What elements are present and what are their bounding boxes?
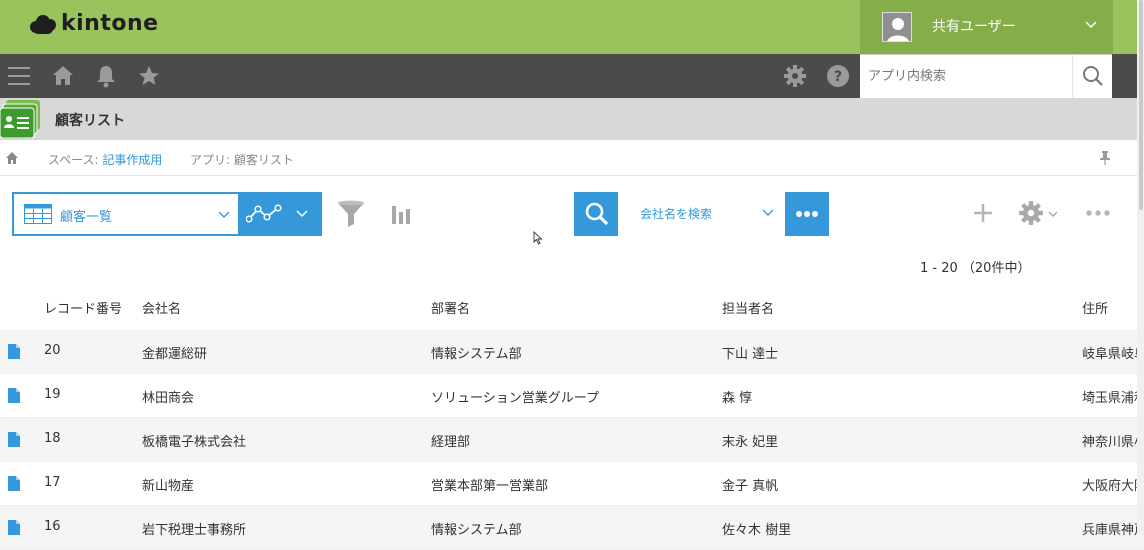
- view-selector[interactable]: 顧客一覧: [12, 192, 240, 236]
- bell-icon[interactable]: [94, 64, 118, 88]
- cell-company: 林田商会: [142, 391, 195, 406]
- cell-person: 末永 妃里: [722, 435, 779, 450]
- column-header-company[interactable]: 会社名: [142, 298, 181, 317]
- cell-record-number: 17: [44, 475, 61, 490]
- cell-person: 森 惇: [722, 391, 753, 406]
- star-icon[interactable]: [137, 64, 161, 88]
- record-detail-icon[interactable]: [8, 344, 20, 359]
- table-row[interactable]: 18 板橋電子株式会社 経理部 末永 妃里 神奈川県小: [0, 418, 1144, 462]
- app-search-button[interactable]: [1072, 55, 1112, 98]
- breadcrumb-space: スペース: 記事作成用: [48, 151, 162, 168]
- kintone-logo[interactable]: kintone: [28, 11, 159, 36]
- home-icon[interactable]: [6, 152, 18, 164]
- cell-department: 営業本部第一営業部: [431, 479, 549, 494]
- user-menu[interactable]: 共有ユーザー: [860, 0, 1113, 54]
- column-header-address[interactable]: 住所: [1082, 298, 1108, 317]
- chevron-down-icon: [762, 209, 774, 216]
- breadcrumb-app: アプリ: 顧客リスト: [190, 151, 294, 168]
- more-search-options-button[interactable]: [785, 192, 829, 236]
- cell-address: 埼玉県浦和: [1082, 391, 1144, 406]
- cell-department: ソリューション営業グループ: [431, 391, 599, 406]
- cell-company: 岩下税理士事務所: [142, 523, 247, 538]
- chevron-down-icon: [1048, 211, 1058, 217]
- avatar: [882, 12, 912, 42]
- record-detail-icon[interactable]: [8, 432, 20, 447]
- pin-icon[interactable]: [1100, 151, 1110, 165]
- cell-record-number: 20: [44, 343, 61, 358]
- app-search-box: [860, 54, 1112, 98]
- gear-icon[interactable]: [783, 64, 807, 88]
- svg-text:?: ?: [834, 69, 842, 85]
- record-detail-icon[interactable]: [8, 388, 20, 403]
- column-header-department[interactable]: 部署名: [431, 298, 470, 317]
- table-header: レコード番号 会社名 部署名 担当者名 住所: [0, 284, 1144, 330]
- cell-person: 金子 真帆: [722, 479, 779, 494]
- contact-card-app-icon: [0, 100, 40, 138]
- search-field-selector[interactable]: 会社名を検索: [632, 192, 784, 236]
- search-icon: [585, 202, 609, 226]
- view-label: 顧客一覧: [60, 210, 113, 225]
- record-count: 1 - 20 （20件中）: [920, 261, 1031, 276]
- cell-address: 神奈川県小: [1082, 435, 1144, 450]
- app-title: 顧客リスト: [55, 113, 125, 129]
- cell-person: 下山 達士: [722, 347, 779, 362]
- add-record-icon[interactable]: [970, 200, 996, 226]
- search-field-label: 会社名を検索: [640, 207, 713, 221]
- global-navbar: ?: [0, 54, 1144, 98]
- graph-view-button[interactable]: [240, 192, 322, 236]
- menu-icon[interactable]: [8, 65, 32, 87]
- cell-department: 情報システム部: [431, 347, 522, 362]
- app-settings-button[interactable]: [1018, 200, 1062, 228]
- line-graph-icon: [246, 204, 282, 223]
- cell-department: 情報システム部: [431, 523, 522, 538]
- home-icon[interactable]: [51, 64, 75, 88]
- help-icon[interactable]: ?: [826, 64, 850, 88]
- cell-address: 岐阜県岐阜: [1082, 347, 1144, 362]
- cell-address: 大阪府大阪: [1082, 479, 1144, 494]
- keyword-search-button[interactable]: [574, 192, 618, 236]
- cell-record-number: 19: [44, 387, 61, 402]
- bar-chart-icon[interactable]: [391, 202, 413, 226]
- cell-record-number: 18: [44, 431, 61, 446]
- vertical-scrollbar-thumb[interactable]: [1139, 0, 1143, 210]
- cell-company: 金都運総研: [142, 347, 208, 362]
- breadcrumb-app-prefix: アプリ:: [190, 153, 234, 167]
- search-icon: [1083, 66, 1103, 86]
- mouse-cursor-icon: [533, 231, 543, 245]
- table-row[interactable]: 16 岩下税理士事務所 情報システム部 佐々木 樹里 兵庫県神戸: [0, 506, 1144, 550]
- record-detail-icon[interactable]: [8, 520, 20, 535]
- chevron-down-icon: [218, 211, 230, 218]
- logo-text: kintone: [61, 11, 159, 36]
- table-view-icon: [24, 204, 52, 224]
- record-detail-icon[interactable]: [8, 476, 20, 491]
- breadcrumb-space-prefix: スペース:: [48, 153, 103, 167]
- filter-icon[interactable]: [336, 200, 366, 228]
- column-header-person[interactable]: 担当者名: [722, 298, 774, 317]
- breadcrumb-app-name: 顧客リスト: [233, 153, 294, 167]
- cloud-logo-icon: [28, 13, 58, 35]
- cell-person: 佐々木 樹里: [722, 523, 792, 538]
- table-row[interactable]: 17 新山物産 営業本部第一営業部 金子 真帆 大阪府大阪: [0, 462, 1144, 506]
- cell-address: 兵庫県神戸: [1082, 523, 1144, 538]
- more-options-icon[interactable]: [1085, 207, 1111, 219]
- app-search-input[interactable]: [860, 55, 1072, 98]
- breadcrumb-space-link[interactable]: 記事作成用: [102, 153, 162, 167]
- breadcrumb: スペース: 記事作成用 アプリ: 顧客リスト: [0, 140, 1144, 176]
- top-header: kintone 共有ユーザー: [0, 0, 1144, 54]
- cell-company: 新山物産: [142, 479, 195, 494]
- keyword-search-input[interactable]: [330, 192, 574, 236]
- column-header-record-number[interactable]: レコード番号: [44, 298, 122, 317]
- ellipsis-icon: [796, 211, 818, 217]
- chevron-down-icon: [1085, 21, 1097, 29]
- gear-icon: [1019, 201, 1043, 225]
- table-row[interactable]: 20 金都運総研 情報システム部 下山 達士 岐阜県岐阜: [0, 330, 1144, 374]
- cell-record-number: 16: [44, 519, 61, 534]
- cell-department: 経理部: [431, 435, 471, 450]
- user-name: 共有ユーザー: [932, 19, 1016, 35]
- chevron-down-icon: [296, 210, 308, 218]
- app-title-bar: 顧客リスト: [0, 98, 1144, 140]
- cell-company: 板橋電子株式会社: [142, 435, 247, 450]
- table-row[interactable]: 19 林田商会 ソリューション営業グループ 森 惇 埼玉県浦和: [0, 374, 1144, 418]
